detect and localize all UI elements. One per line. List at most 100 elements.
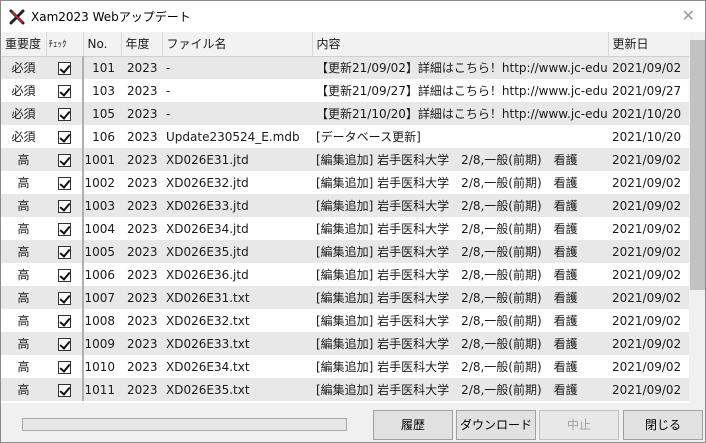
cell-importance: 高: [1, 332, 46, 355]
cell-filename: -: [162, 56, 312, 79]
column-header-content[interactable]: 内容: [312, 32, 609, 57]
table-header: 重要度 ﾁｪｯｸ No. 年度 ファイル名 内容 更新日: [1, 32, 689, 57]
download-button[interactable]: ダウンロード: [456, 410, 536, 440]
cell-filename: XD026E35.jtd: [162, 240, 312, 263]
update-list-grid[interactable]: 重要度 ﾁｪｯｸ No. 年度 ファイル名 内容 更新日 必須 101 2023- 【…: [1, 32, 689, 403]
cell-content: [編集追加] 岩手医科大学 2/8,一般(前期) 看護: [312, 240, 608, 263]
cell-filename: XD026E32.jtd: [162, 171, 312, 194]
column-header-importance[interactable]: 重要度: [1, 32, 47, 57]
cell-filename: XD026E31.txt: [162, 286, 312, 309]
table-row[interactable]: 高 1002 2023 XD026E32.jtd [編集追加] 岩手医科大学 2/8,一…: [1, 171, 689, 194]
cell-importance: 必須: [1, 79, 46, 102]
row-checkbox[interactable]: [57, 107, 71, 121]
table-row[interactable]: 高 1004 2023 XD026E34.jtd [編集追加] 岩手医科大学 2/8,一…: [1, 217, 689, 240]
cell-check: [46, 286, 84, 309]
row-checkbox[interactable]: [57, 130, 71, 144]
cell-check: [46, 378, 84, 401]
table-row[interactable]: 高 1006 2023 XD026E36.jtd [編集追加] 岩手医科大学 2/8,一…: [1, 263, 689, 286]
row-checkbox[interactable]: [57, 383, 71, 397]
table-row[interactable]: 高 1009 2023 XD026E33.txt [編集追加] 岩手医科大学 2/8,一…: [1, 332, 689, 355]
row-checkbox[interactable]: [57, 199, 71, 213]
download-progress-bar: [22, 418, 347, 431]
cell-year: 2023: [121, 309, 162, 332]
cell-no: 1005: [83, 240, 121, 263]
cell-no: 1010: [83, 355, 121, 378]
close-button[interactable]: 閉じる: [623, 410, 703, 440]
cell-filename: -: [162, 79, 312, 102]
cell-importance: 高: [1, 263, 46, 286]
cell-content: 【更新21/09/27】詳細はこちら！http://www.jc-edu.co.…: [312, 79, 608, 102]
cell-updated: 2021/09/02: [608, 56, 689, 79]
column-header-updated[interactable]: 更新日: [608, 32, 689, 57]
cell-updated: 2021/09/02: [608, 194, 689, 217]
cell-year: 2023: [121, 286, 162, 309]
column-header-filename[interactable]: ファイル名: [162, 32, 313, 57]
row-checkbox[interactable]: [57, 337, 71, 351]
cell-content: [データベース更新]: [312, 125, 608, 148]
cell-filename: XD026E31.jtd: [162, 148, 312, 171]
cell-year: 2023: [121, 79, 162, 102]
row-checkbox[interactable]: [57, 314, 71, 328]
scrollbar-thumb[interactable]: [690, 40, 705, 290]
cell-importance: 高: [1, 148, 46, 171]
cell-importance: 必須: [1, 56, 46, 79]
history-button[interactable]: 履歴: [373, 410, 453, 440]
cell-check: [46, 125, 84, 148]
cell-check: [46, 171, 84, 194]
cell-content: [編集追加] 岩手医科大学 2/8,一般(前期) 看護: [312, 148, 608, 171]
cell-year: 2023: [121, 240, 162, 263]
row-checkbox[interactable]: [57, 84, 71, 98]
cell-check: [46, 148, 84, 171]
row-checkbox[interactable]: [57, 176, 71, 190]
cell-filename: XD026E33.txt: [162, 332, 312, 355]
cell-check: [46, 240, 84, 263]
row-checkbox[interactable]: [57, 222, 71, 236]
cell-check: [46, 332, 84, 355]
table-row[interactable]: 必須 105 2023- 【更新21/10/20】詳細はこちら！http://www.…: [1, 102, 689, 125]
table-body: 必須 101 2023- 【更新21/09/02】詳細はこちら！http://www.…: [1, 56, 689, 401]
cell-content: [編集追加] 岩手医科大学 2/8,一般(前期) 看護: [312, 286, 608, 309]
cell-content: 【更新21/10/20】詳細はこちら！http://www.jc-edu.co.…: [312, 102, 608, 125]
cell-check: [46, 309, 84, 332]
vertical-scrollbar[interactable]: [689, 32, 705, 403]
cell-updated: 2021/09/02: [608, 217, 689, 240]
table-row[interactable]: 高 1007 2023 XD026E31.txt [編集追加] 岩手医科大学 2/8,一…: [1, 286, 689, 309]
cell-content: [編集追加] 岩手医科大学 2/8,一般(前期) 看護: [312, 263, 608, 286]
table-row[interactable]: 高 1001 2023 XD026E31.jtd [編集追加] 岩手医科大学 2/8,一…: [1, 148, 689, 171]
cell-updated: 2021/09/02: [608, 332, 689, 355]
row-checkbox[interactable]: [57, 245, 71, 259]
app-logo-icon: [9, 9, 25, 24]
table-row[interactable]: 高 1003 2023 XD026E33.jtd [編集追加] 岩手医科大学 2/8,一…: [1, 194, 689, 217]
table-row[interactable]: 必須 101 2023- 【更新21/09/02】詳細はこちら！http://www.…: [1, 56, 689, 79]
table-row[interactable]: 必須 106 2023 Update230524_E.mdb [データベース更新] 202…: [1, 125, 689, 148]
update-table: 重要度 ﾁｪｯｸ No. 年度 ファイル名 内容 更新日 必須 101 2023- 【…: [1, 32, 689, 401]
table-row[interactable]: 高 1010 2023 XD026E34.txt [編集追加] 岩手医科大学 2/8,一…: [1, 355, 689, 378]
cell-content: 【更新21/09/02】詳細はこちら！http://www.jc-edu.co.…: [312, 56, 608, 79]
row-checkbox[interactable]: [57, 291, 71, 305]
cell-check: [46, 79, 84, 102]
column-header-year[interactable]: 年度: [121, 32, 163, 57]
row-checkbox[interactable]: [57, 153, 71, 167]
cell-filename: XD026E36.jtd: [162, 263, 312, 286]
cell-content: [編集追加] 岩手医科大学 2/8,一般(前期) 看護: [312, 309, 608, 332]
column-header-check[interactable]: ﾁｪｯｸ: [46, 32, 84, 57]
row-checkbox[interactable]: [57, 268, 71, 282]
table-row[interactable]: 高 1011 2023 XD026E35.txt [編集追加] 岩手医科大学 2/8,一…: [1, 378, 689, 401]
stop-button[interactable]: 中止: [539, 410, 619, 440]
table-row[interactable]: 必須 103 2023- 【更新21/09/27】詳細はこちら！http://www.…: [1, 79, 689, 102]
cell-filename: Update230524_E.mdb: [162, 125, 312, 148]
cell-importance: 高: [1, 378, 46, 401]
cell-no: 101: [83, 56, 121, 79]
column-header-no[interactable]: No.: [83, 32, 122, 57]
cell-filename: XD026E33.jtd: [162, 194, 312, 217]
close-icon[interactable]: ✕: [682, 7, 695, 25]
table-row[interactable]: 高 1005 2023 XD026E35.jtd [編集追加] 岩手医科大学 2/8,一…: [1, 240, 689, 263]
row-checkbox[interactable]: [57, 360, 71, 374]
cell-no: 1002: [83, 171, 121, 194]
table-row[interactable]: 高 1008 2023 XD026E32.txt [編集追加] 岩手医科大学 2/8,一…: [1, 309, 689, 332]
cell-content: [編集追加] 岩手医科大学 2/8,一般(前期) 看護: [312, 378, 608, 401]
row-checkbox[interactable]: [57, 61, 71, 75]
cell-year: 2023: [121, 56, 162, 79]
cell-importance: 高: [1, 240, 46, 263]
cell-year: 2023: [121, 102, 162, 125]
